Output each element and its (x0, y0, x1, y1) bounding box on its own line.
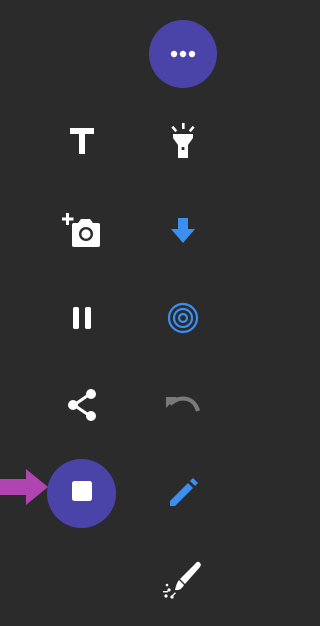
undo-icon (166, 395, 200, 415)
pause-button[interactable] (52, 288, 112, 348)
download-button[interactable] (153, 201, 213, 261)
more-horizontal-icon (170, 45, 196, 63)
target-button[interactable] (153, 288, 213, 348)
arrow-down-icon (171, 218, 195, 244)
text-T-icon (70, 128, 94, 154)
more-options-button[interactable] (149, 20, 217, 88)
flashlight-icon (168, 123, 198, 159)
flashlight-button[interactable] (153, 111, 213, 171)
pause-icon (72, 307, 92, 329)
add-photo-button[interactable] (52, 201, 112, 261)
share-icon (66, 388, 98, 422)
concentric-circles-icon (167, 302, 199, 334)
sparkle-brush-icon (163, 560, 203, 600)
pencil-icon (167, 477, 199, 509)
undo-button[interactable] (153, 375, 213, 435)
camera-add-icon (62, 213, 102, 249)
stop-square-icon (71, 481, 92, 506)
arrow-right-pointer-icon (0, 467, 50, 507)
floating-toolbar (0, 0, 260, 626)
text-tool-button[interactable] (52, 111, 112, 171)
share-button[interactable] (52, 375, 112, 435)
stop-recording-button[interactable] (47, 459, 116, 528)
pencil-button[interactable] (153, 463, 213, 523)
sparkle-brush-button[interactable] (153, 550, 213, 610)
